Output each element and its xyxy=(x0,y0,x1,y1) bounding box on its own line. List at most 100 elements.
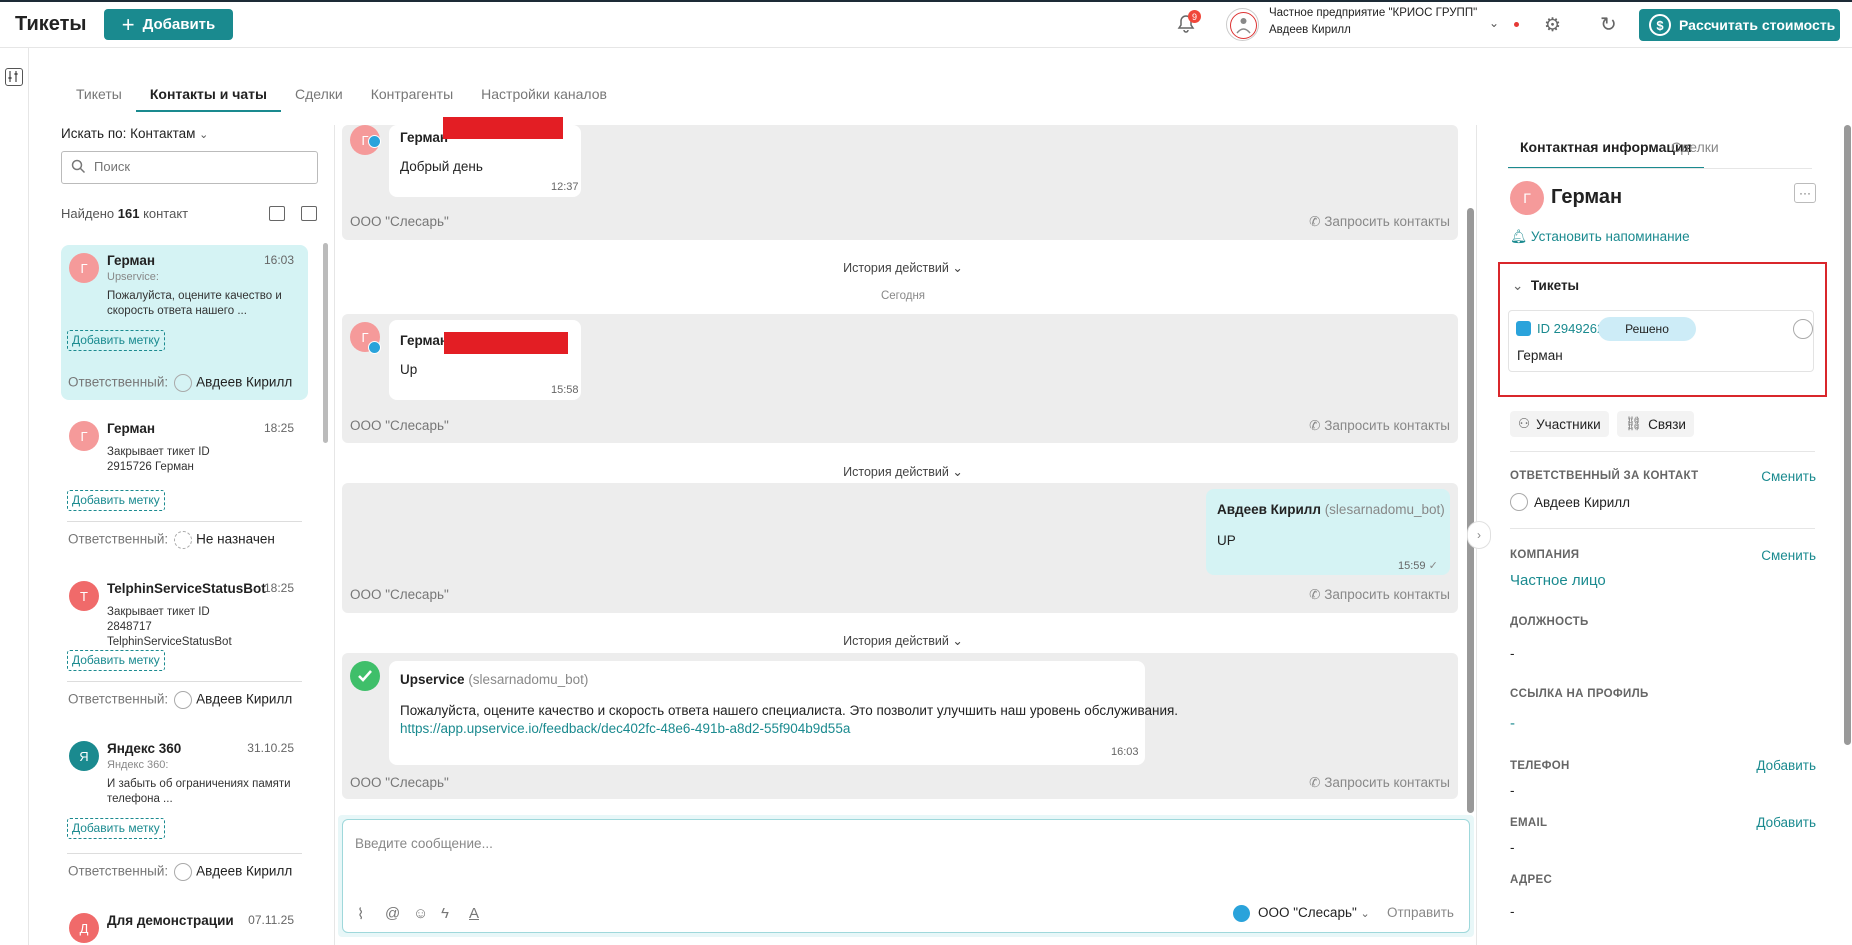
tab-contacts-chats[interactable]: Контакты и чаты xyxy=(135,84,281,112)
message-input[interactable] xyxy=(355,836,1355,866)
request-contacts-button[interactable]: ✆ Запросить контакты xyxy=(1309,587,1450,603)
responsible-avatar xyxy=(174,374,193,392)
request-contacts-button[interactable]: ✆ Запросить контакты xyxy=(1309,775,1450,791)
contact-card[interactable]: Г Герман 16:03 Upservice: Пожалуйста, оц… xyxy=(61,245,308,400)
add-tag-button[interactable]: Добавить метку xyxy=(67,330,165,351)
search-by-dropdown[interactable]: Искать по: Контактам ⌄ xyxy=(61,126,208,141)
search-field[interactable] xyxy=(61,151,318,184)
position-label: ДОЛЖНОСТЬ xyxy=(1510,616,1589,628)
send-button[interactable]: Отправить xyxy=(1387,905,1454,920)
address-label: АДРЕС xyxy=(1510,874,1553,886)
current-user-name[interactable]: Авдеев Кирилл xyxy=(1269,24,1351,36)
divider xyxy=(67,681,302,682)
divider xyxy=(67,521,302,522)
tab-channel-settings[interactable]: Настройки каналов xyxy=(467,84,621,112)
text-format-icon[interactable]: A xyxy=(469,905,479,922)
profile-link-value[interactable]: - xyxy=(1510,715,1515,732)
calculate-cost-button[interactable]: $ Рассчитать стоимость xyxy=(1639,9,1840,41)
info-panel-scrollbar[interactable] xyxy=(1844,125,1851,745)
contact-time: 07.11.25 xyxy=(248,913,294,927)
add-tag-button[interactable]: Добавить метку xyxy=(67,650,165,671)
compact-view-icon[interactable] xyxy=(269,206,285,221)
ticket-id-link[interactable]: ID 2949262 xyxy=(1537,321,1604,336)
more-options-button[interactable]: ··· xyxy=(1794,183,1816,203)
contact-avatar: Я xyxy=(69,741,99,771)
tab-contact-deals[interactable]: Сделки xyxy=(1659,139,1731,169)
add-tag-button[interactable]: Добавить метку xyxy=(67,818,165,839)
list-view-icon[interactable] xyxy=(301,206,317,221)
responsible-label: Ответственный: xyxy=(68,531,169,547)
chevron-down-icon[interactable]: ⌄ xyxy=(1489,16,1499,30)
contact-avatar: Г xyxy=(1510,181,1544,215)
contact-card[interactable]: Г Герман 18:25 Закрывает тикет ID 291572… xyxy=(61,413,308,558)
mention-icon[interactable]: @ xyxy=(385,905,400,922)
contact-avatar: Д xyxy=(69,913,99,943)
add-button[interactable]: + Добавить xyxy=(104,9,233,40)
add-email-button[interactable]: Добавить xyxy=(1756,815,1816,830)
contact-name: TelphinServiceStatusBot xyxy=(107,581,266,596)
channel-name: ООО "Слесарь" xyxy=(1258,905,1357,920)
contact-last-message: Закрывает тикет ID 2848717 TelphinServic… xyxy=(107,606,232,648)
found-count: Найдено 161 контакт xyxy=(61,206,188,221)
contact-name: Герман xyxy=(107,421,156,436)
plus-icon: + xyxy=(121,11,135,37)
company-value[interactable]: Частное лицо xyxy=(1510,572,1606,589)
message-text: Добрый день xyxy=(400,159,483,174)
participants-button[interactable]: ⚇ Участники xyxy=(1510,411,1609,437)
chevron-down-icon: ⌄ xyxy=(952,465,963,479)
add-phone-button[interactable]: Добавить xyxy=(1756,758,1816,773)
links-button[interactable]: ⛓ Связи xyxy=(1617,411,1694,437)
contact-time: 18:25 xyxy=(263,421,294,435)
channel-selector[interactable]: ООО "Слесарь" ⌄ xyxy=(1258,905,1370,920)
attach-icon[interactable]: ⌇ xyxy=(357,905,364,923)
contact-card[interactable]: Я Яндекс 360 31.10.25 Яндекс 360: И забы… xyxy=(61,733,308,890)
responsible-label: ОТВЕТСТВЕННЫЙ ЗА КОНТАКТ xyxy=(1510,470,1699,482)
tab-deals[interactable]: Сделки xyxy=(281,84,357,112)
position-value: - xyxy=(1510,646,1515,661)
change-responsible-button[interactable]: Сменить xyxy=(1761,469,1816,484)
action-history-toggle[interactable]: История действий ⌄ xyxy=(338,260,1468,275)
bell-icon: 🔔︎ xyxy=(1510,229,1528,244)
phone-icon: ✆ xyxy=(1309,418,1321,433)
message-org: ООО "Слесарь" xyxy=(350,214,449,229)
chat-scrollbar[interactable] xyxy=(1467,208,1474,813)
redaction-mark xyxy=(443,117,563,139)
tab-tickets[interactable]: Тикеты xyxy=(62,84,136,112)
company-name[interactable]: Частное предприятие "КРИОС ГРУПП" xyxy=(1269,7,1477,19)
contact-card[interactable]: T TelphinServiceStatusBot 18:25 Закрывае… xyxy=(61,573,308,718)
ticket-assignee-avatar xyxy=(1793,319,1813,339)
filter-settings-icon[interactable] xyxy=(5,68,23,86)
contact-list-scrollbar[interactable] xyxy=(323,243,328,443)
message-group: Upservice (slesarnadomu_bot) Пожалуйста,… xyxy=(342,653,1458,799)
ticket-contact-name: Герман xyxy=(1517,348,1563,363)
contact-card[interactable]: Д Для демонстрации 07.11.25 xyxy=(61,905,308,945)
company-avatar[interactable] xyxy=(1226,8,1259,41)
message-bubble: Герман Добрый день 12:37 xyxy=(389,117,581,197)
tickets-header[interactable]: ⌄ Тикеты xyxy=(1512,278,1579,294)
chevron-right-icon[interactable]: › xyxy=(1467,521,1491,549)
action-history-toggle[interactable]: История действий ⌄ xyxy=(338,464,1468,479)
request-contacts-button[interactable]: ✆ Запросить контакты xyxy=(1309,418,1450,434)
top-bar: Тикеты + Добавить 9 Частное предприятие … xyxy=(0,0,1852,48)
chevron-down-icon: ⌄ xyxy=(952,261,963,275)
message-group: Авдеев Кирилл (slesarnadomu_bot) UP 15:5… xyxy=(342,483,1458,613)
quick-reply-icon[interactable]: ϟ xyxy=(441,905,449,922)
history-label: История действий xyxy=(843,261,949,275)
ticket-card[interactable]: ID 2949262 Решено Герман xyxy=(1508,310,1814,372)
set-reminder-link[interactable]: 🔔︎ Установить напоминание xyxy=(1510,229,1690,245)
feedback-link[interactable]: https://app.upservice.io/feedback/dec402… xyxy=(400,721,850,736)
add-tag-button[interactable]: Добавить метку xyxy=(67,490,165,511)
chevron-down-icon: ⌄ xyxy=(952,634,963,648)
change-company-button[interactable]: Сменить xyxy=(1761,548,1816,563)
refresh-icon[interactable]: ↻ xyxy=(1600,12,1617,37)
emoji-icon[interactable]: ☺ xyxy=(413,905,428,922)
action-history-toggle[interactable]: История действий ⌄ xyxy=(338,633,1468,648)
tab-counterparties[interactable]: Контрагенты xyxy=(357,84,467,112)
message-time: 15:58 xyxy=(551,384,579,396)
gear-icon[interactable]: ⚙ xyxy=(1544,14,1561,37)
message-group: Г Герман Добрый день 12:37 ООО "Слесарь"… xyxy=(342,117,1458,240)
request-contacts-button[interactable]: ✆ Запросить контакты xyxy=(1309,214,1450,230)
search-input[interactable] xyxy=(94,159,304,174)
contact-time: 31.10.25 xyxy=(247,741,294,755)
chevron-down-icon: ⌄ xyxy=(1512,278,1524,293)
